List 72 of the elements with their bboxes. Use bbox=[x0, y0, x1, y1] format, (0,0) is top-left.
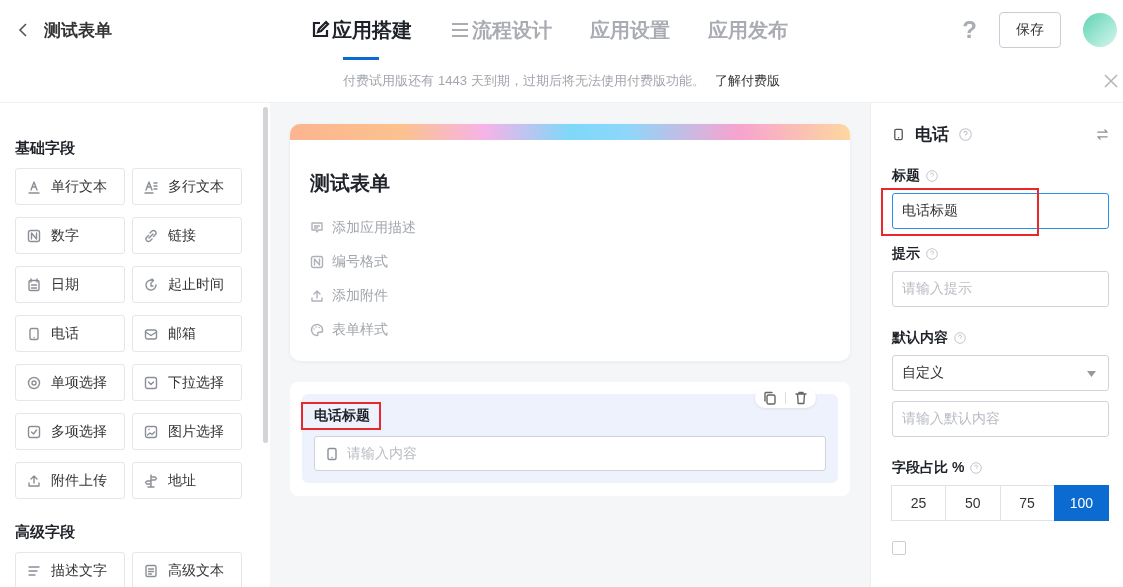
trial-notice: 付费试用版还有 1443 天到期，过期后将无法使用付费版功能。 bbox=[343, 72, 705, 90]
help-icon[interactable] bbox=[970, 462, 983, 474]
a-underline-icon bbox=[27, 179, 41, 194]
swap-icon[interactable] bbox=[1096, 127, 1109, 141]
field-type-item[interactable]: 起止时间 bbox=[132, 266, 242, 303]
caret-icon bbox=[1087, 371, 1096, 377]
title-input[interactable]: 电话标题 bbox=[892, 193, 1109, 229]
width-option[interactable]: 100 bbox=[1053, 485, 1109, 521]
dropdown-icon bbox=[144, 375, 158, 390]
nav-tab[interactable]: 应用搭建 bbox=[310, 0, 412, 60]
field-type-item[interactable]: 多项选择 bbox=[15, 413, 125, 450]
app-title: 测试表单 bbox=[44, 19, 112, 42]
help-icon[interactable] bbox=[926, 170, 938, 182]
upload-icon bbox=[27, 473, 41, 488]
envelope-icon bbox=[144, 326, 158, 341]
field-label: 电话标题 bbox=[301, 402, 381, 430]
field-type-item[interactable]: 日期 bbox=[15, 266, 125, 303]
field-type-item[interactable]: 描述文字 bbox=[15, 552, 125, 587]
field-label: 标题 bbox=[892, 167, 920, 185]
clock-arrow-icon bbox=[144, 277, 158, 292]
edit-icon bbox=[310, 20, 330, 40]
calendar-icon bbox=[27, 277, 41, 292]
copy-icon[interactable] bbox=[763, 391, 777, 405]
phone-icon bbox=[892, 127, 905, 141]
form-title: 测试表单 bbox=[310, 171, 391, 196]
field-type-item[interactable]: 单行文本 bbox=[15, 168, 125, 205]
field-label: 默认内容 bbox=[892, 329, 948, 347]
section-title: 高级字段 bbox=[15, 523, 76, 542]
close-icon[interactable] bbox=[1104, 74, 1118, 88]
field-type-item[interactable]: 多行文本 bbox=[132, 168, 242, 205]
a-lines-icon bbox=[144, 179, 158, 194]
field-type-item[interactable]: 单项选择 bbox=[15, 364, 125, 401]
width-option[interactable]: 50 bbox=[945, 485, 1001, 521]
field-label: 字段占比 % bbox=[892, 459, 965, 477]
field-type-item[interactable]: 附件上传 bbox=[15, 462, 125, 499]
field-type-item[interactable]: 链接 bbox=[132, 217, 242, 254]
field-label: 提示 bbox=[892, 245, 920, 263]
help-icon[interactable] bbox=[959, 127, 972, 141]
panel-title: 电话 bbox=[915, 123, 949, 146]
checkbox-icon bbox=[27, 424, 41, 439]
lines-icon bbox=[27, 563, 41, 578]
width-option[interactable]: 75 bbox=[999, 485, 1055, 521]
field-type-item[interactable]: 邮箱 bbox=[132, 315, 242, 352]
width-option[interactable]: 25 bbox=[891, 485, 947, 521]
phone-icon bbox=[27, 326, 41, 341]
help-icon[interactable] bbox=[954, 332, 966, 344]
palette-icon bbox=[310, 323, 324, 337]
learn-more-link[interactable]: 了解付费版 bbox=[714, 72, 780, 90]
upload-icon bbox=[310, 289, 324, 303]
document-icon bbox=[144, 563, 158, 578]
avatar[interactable] bbox=[1083, 13, 1117, 47]
image-icon bbox=[144, 424, 158, 439]
field-type-item[interactable]: 高级文本 bbox=[132, 552, 242, 587]
n-square-icon bbox=[27, 228, 41, 243]
n-square-icon bbox=[310, 255, 324, 269]
link-icon bbox=[144, 228, 158, 243]
phone-icon bbox=[325, 446, 339, 461]
default-select[interactable]: 自定义 bbox=[892, 355, 1109, 391]
checkbox[interactable] bbox=[892, 541, 906, 555]
trash-icon[interactable] bbox=[794, 391, 808, 405]
save-button[interactable]: 保存 bbox=[999, 12, 1061, 48]
comment-icon bbox=[310, 221, 324, 235]
radio-icon bbox=[27, 375, 41, 390]
help-icon[interactable] bbox=[926, 248, 938, 260]
field-type-item[interactable]: 下拉选择 bbox=[132, 364, 242, 401]
field-type-item[interactable]: 电话 bbox=[15, 315, 125, 352]
lines-icon bbox=[450, 20, 470, 40]
signpost-icon bbox=[144, 473, 158, 488]
section-title: 基础字段 bbox=[15, 139, 76, 158]
field-type-item[interactable]: 数字 bbox=[15, 217, 125, 254]
field-type-item[interactable]: 图片选择 bbox=[132, 413, 242, 450]
field-type-item[interactable]: 地址 bbox=[132, 462, 242, 499]
